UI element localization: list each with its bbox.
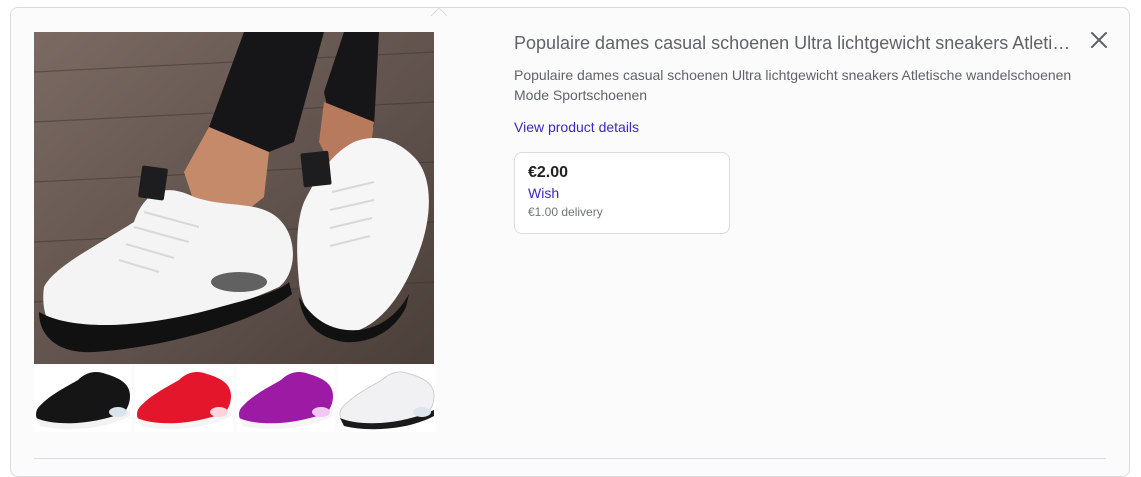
thumbnail-red-sneaker[interactable]: [135, 366, 233, 432]
product-description: Populaire dames casual schoenen Ultra li…: [514, 67, 1072, 103]
thumbnail-purple-sneaker[interactable]: [237, 366, 335, 432]
close-icon: [1091, 32, 1107, 48]
close-button[interactable]: [1088, 29, 1110, 51]
offer-merchant[interactable]: Wish: [528, 185, 559, 201]
product-title: Populaire dames casual schoenen Ultra li…: [514, 33, 1074, 53]
view-product-details-link[interactable]: View product details: [514, 119, 639, 135]
main-product-image[interactable]: [34, 32, 434, 364]
offer-delivery: €1.00 delivery: [528, 205, 603, 219]
offer-card[interactable]: €2.00 Wish €1.00 delivery: [514, 152, 730, 234]
thumbnail-white-sneaker[interactable]: [338, 366, 436, 432]
offer-price: €2.00: [528, 164, 569, 181]
bottom-divider: [34, 458, 1106, 459]
popup-pointer: [431, 7, 447, 16]
color-thumbnails: [34, 366, 436, 432]
thumbnail-black-sneaker[interactable]: [34, 366, 132, 432]
